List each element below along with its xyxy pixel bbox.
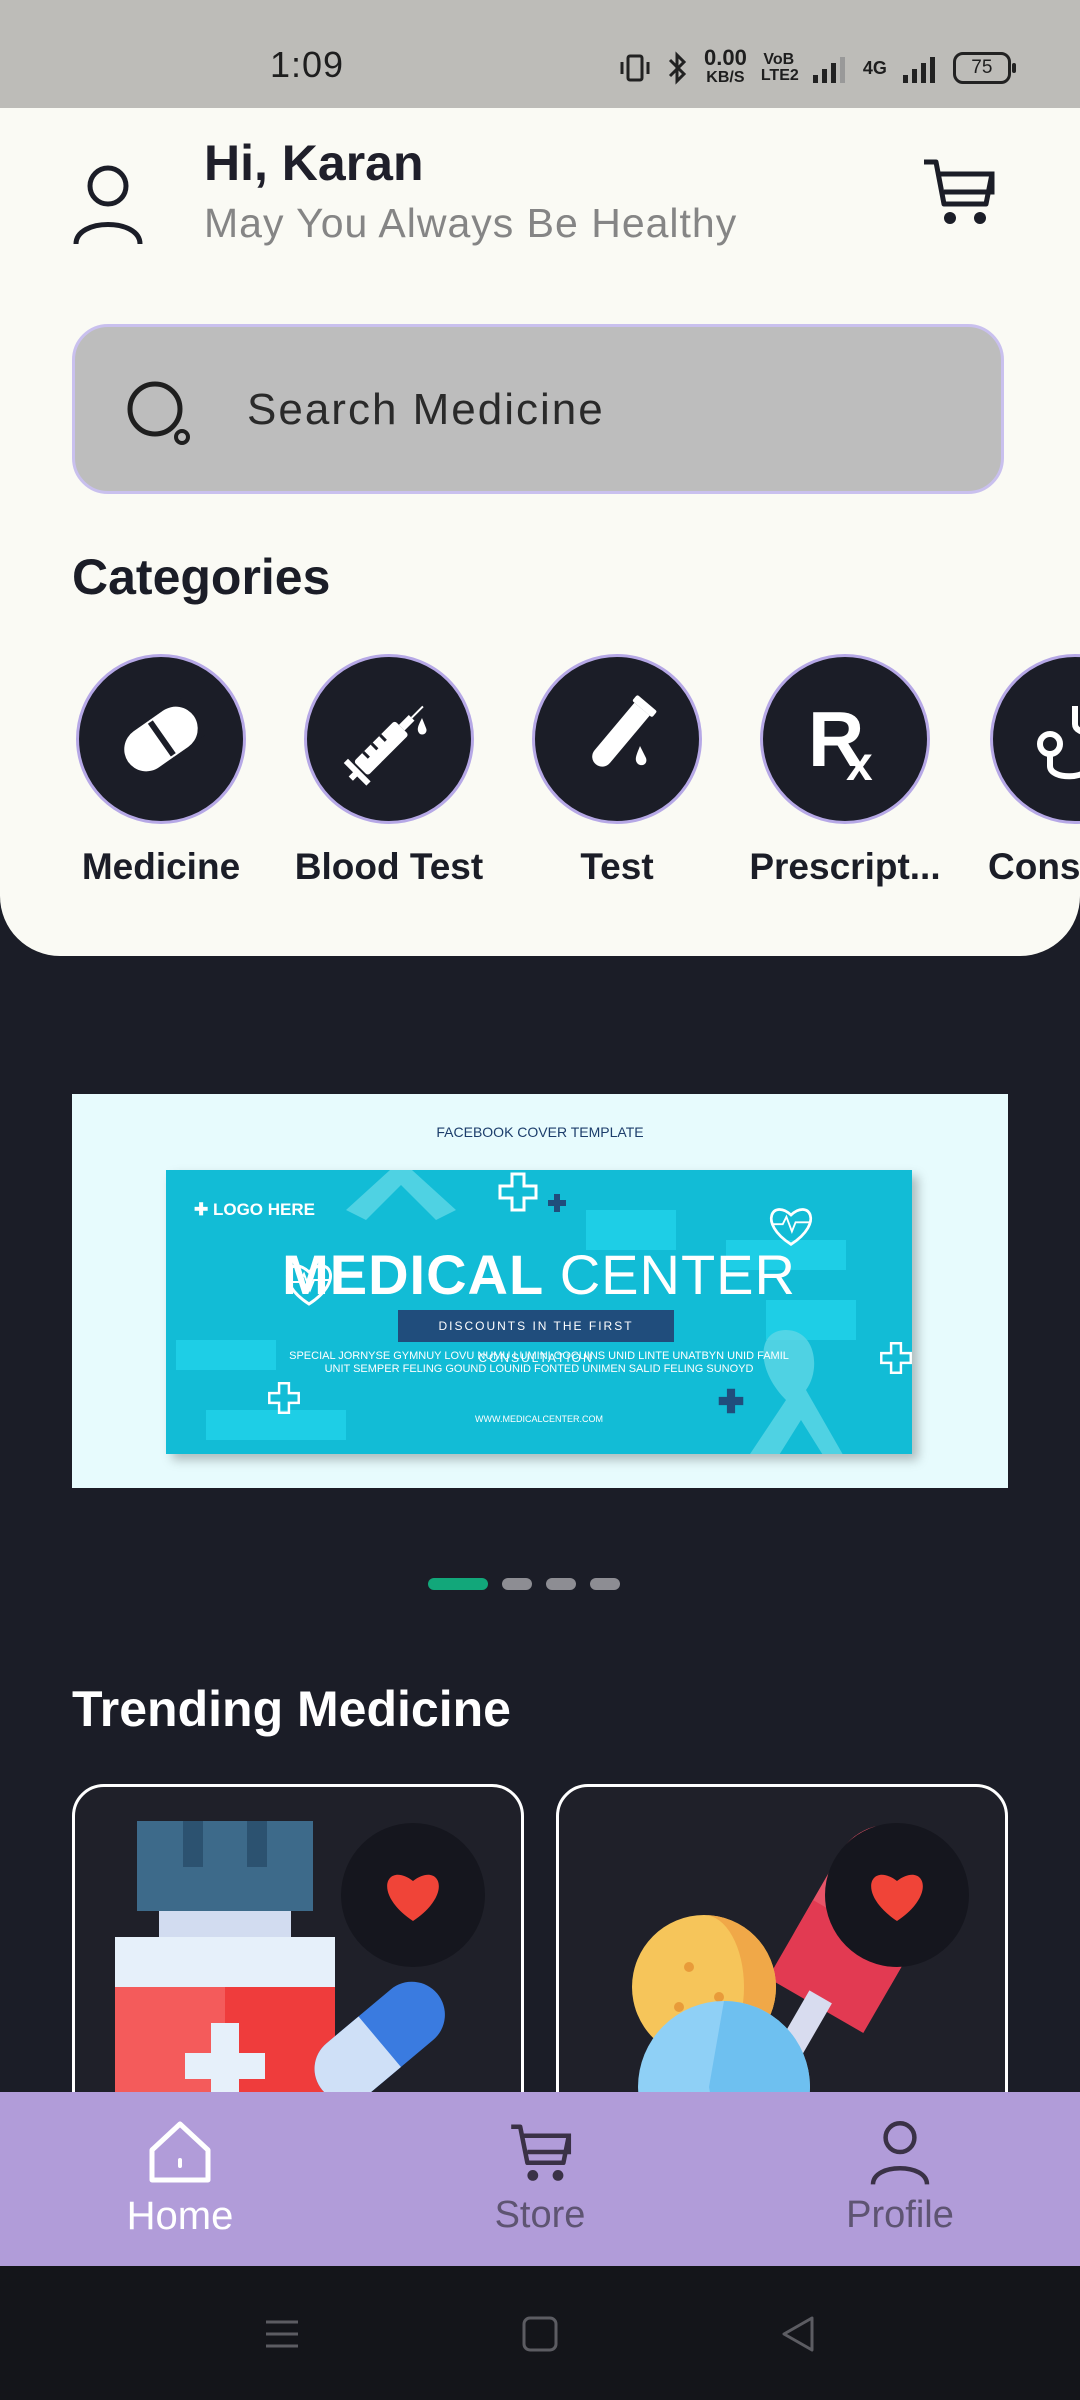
carousel-dot[interactable] bbox=[590, 1578, 620, 1590]
nav-label: Store bbox=[494, 2194, 586, 2236]
cart-icon bbox=[511, 2124, 572, 2181]
rx-icon: R x bbox=[808, 695, 873, 791]
greeting-title: Hi, Karan bbox=[204, 135, 424, 191]
network-type: 4G bbox=[862, 58, 887, 78]
category-label: Blood Test bbox=[294, 846, 484, 887]
nav-label: Home bbox=[126, 2194, 234, 2238]
carousel-dot[interactable] bbox=[502, 1578, 532, 1590]
category-medicine[interactable]: Medicine bbox=[56, 654, 266, 888]
heart-icon bbox=[387, 1874, 439, 1921]
vibrate-icon bbox=[620, 54, 650, 82]
status-time: 1:09 bbox=[270, 44, 345, 85]
trending-card[interactable] bbox=[72, 1784, 524, 2144]
capsule-icon bbox=[124, 698, 207, 772]
bottom-navigation: Home Store Profile bbox=[0, 2092, 1080, 2266]
banner-body: SPECIAL JORNYSE GYMNUY LOVU NUMU LUMINI … bbox=[289, 1350, 789, 1375]
syringe-icon bbox=[343, 705, 427, 786]
banner-url: WWW.MEDICALCENTER.COM bbox=[475, 1414, 603, 1424]
promo-banner[interactable]: FACEBOOK COVER TEMPLATE ✚ LOGO HERE MEDI… bbox=[72, 1094, 1008, 1488]
nav-profile[interactable]: Profile bbox=[790, 2116, 1010, 2237]
category-prescription[interactable]: R x Prescript... bbox=[740, 654, 950, 888]
banner-title: MEDICAL CENTER bbox=[282, 1243, 796, 1306]
nav-home[interactable]: Home bbox=[70, 2116, 290, 2239]
home-icon bbox=[149, 2121, 211, 2183]
category-label: Medicine bbox=[81, 846, 241, 887]
bluetooth-icon bbox=[668, 51, 687, 85]
banner-logo: ✚ LOGO HERE bbox=[194, 1200, 315, 1219]
status-bar: 1:09 0.00 KB/S VoB LTE2 4G 75 bbox=[0, 0, 1080, 108]
volte-indicator: VoB LTE2 bbox=[760, 51, 799, 84]
category-consult[interactable]: Consu bbox=[968, 654, 1080, 888]
back-icon[interactable] bbox=[778, 2314, 818, 2354]
net-speed: 0.00 KB/S bbox=[704, 45, 747, 87]
home-square-icon[interactable] bbox=[520, 2314, 560, 2354]
system-navigation-bar bbox=[0, 2266, 1080, 2400]
category-label: Consu bbox=[988, 846, 1080, 887]
signal-icon bbox=[812, 57, 845, 83]
carousel-dot-active[interactable] bbox=[428, 1578, 488, 1590]
menu-icon[interactable] bbox=[262, 2314, 302, 2354]
battery-indicator: 75 bbox=[952, 52, 1016, 84]
status-icons: 0.00 KB/S VoB LTE2 4G 75 bbox=[618, 44, 1016, 92]
category-test[interactable]: Test bbox=[512, 654, 722, 888]
categories-title: Categories bbox=[72, 549, 331, 605]
nav-store[interactable]: Store bbox=[430, 2116, 650, 2237]
search-input[interactable]: Search Medicine bbox=[72, 324, 1004, 494]
signal-icon-2 bbox=[902, 57, 935, 83]
search-placeholder: Search Medicine bbox=[247, 385, 605, 434]
ribbon-top-icon bbox=[346, 1170, 456, 1220]
category-label: Prescript... bbox=[749, 846, 941, 887]
trending-title: Trending Medicine bbox=[72, 1681, 511, 1737]
profile-icon bbox=[870, 2120, 930, 2185]
stethoscope-icon bbox=[1037, 706, 1080, 780]
svg-text:x: x bbox=[846, 738, 873, 791]
test-tube-icon bbox=[592, 695, 657, 767]
cross-icon bbox=[498, 1172, 538, 1212]
banner-card: ✚ LOGO HERE MEDICAL CENTER DISCOUNTS IN … bbox=[166, 1170, 912, 1454]
cart-icon[interactable] bbox=[920, 152, 996, 232]
cross-icon bbox=[548, 1194, 566, 1212]
carousel-indicator bbox=[428, 1578, 620, 1590]
cross-icon bbox=[718, 1388, 744, 1414]
category-blood-test[interactable]: Blood Test bbox=[284, 654, 494, 888]
cross-icon bbox=[880, 1342, 912, 1374]
favorite-button[interactable] bbox=[825, 1823, 969, 1967]
heart-icon bbox=[871, 1874, 923, 1921]
trending-card[interactable] bbox=[556, 1784, 1008, 2144]
category-label: Test bbox=[580, 846, 654, 887]
banner-pill: DISCOUNTS IN THE FIRST CONSULTATION bbox=[398, 1310, 674, 1365]
cross-icon bbox=[268, 1382, 300, 1414]
search-icon bbox=[127, 381, 190, 445]
user-avatar-icon[interactable] bbox=[70, 158, 146, 248]
carousel-dot[interactable] bbox=[546, 1578, 576, 1590]
header-panel: Hi, Karan May You Always Be Healthy Sear… bbox=[0, 108, 1080, 956]
banner-template-label: FACEBOOK COVER TEMPLATE bbox=[436, 1124, 644, 1140]
favorite-button[interactable] bbox=[341, 1823, 485, 1967]
nav-label: Profile bbox=[846, 2194, 954, 2236]
greeting-subtitle: May You Always Be Healthy bbox=[204, 200, 738, 246]
